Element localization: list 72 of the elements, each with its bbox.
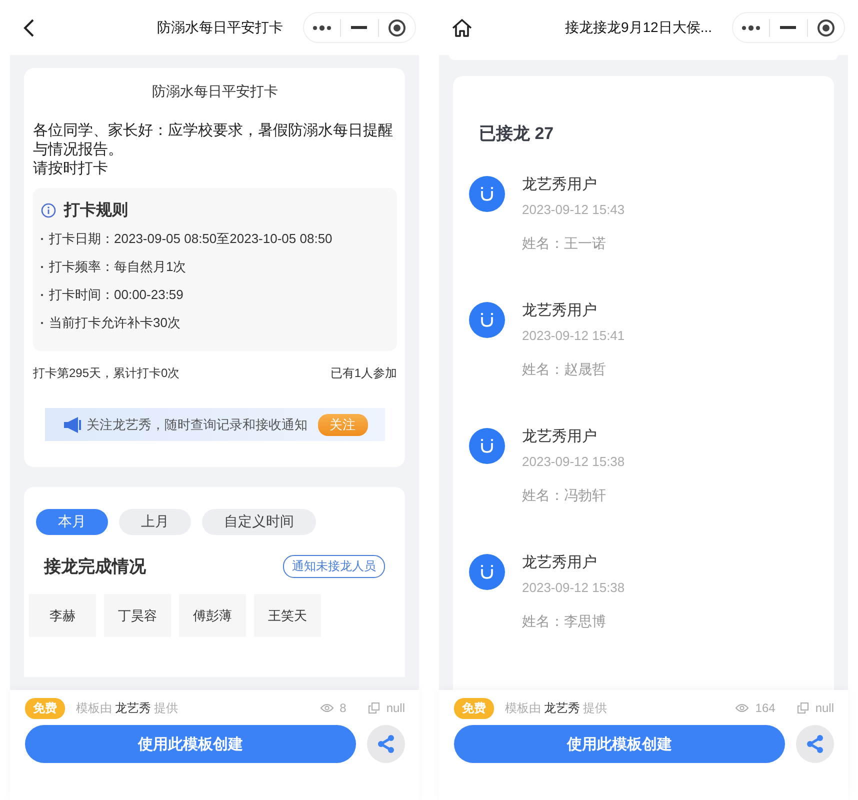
- share-icon: [805, 734, 825, 754]
- check-in-summary: 打卡第295天，累计打卡0次: [33, 365, 180, 381]
- period-tab[interactable]: 自定义时间: [202, 509, 316, 535]
- more-icon[interactable]: [312, 24, 332, 30]
- notify-button[interactable]: 通知未接龙人员: [283, 555, 385, 578]
- user-name: 龙艺秀用户: [522, 553, 598, 573]
- close-icon[interactable]: [816, 18, 835, 36]
- follow-button[interactable]: 关注: [318, 414, 368, 436]
- entry-name: 姓名：赵晟哲: [522, 361, 607, 379]
- minimize-icon[interactable]: [351, 26, 368, 30]
- user-name: 龙艺秀用户: [522, 175, 598, 195]
- view-count: 8: [340, 701, 346, 715]
- copy-icon: [797, 702, 810, 714]
- share-button[interactable]: [367, 725, 405, 763]
- avatar-icon: [469, 428, 505, 464]
- view-count: 164: [755, 701, 776, 715]
- create-from-template-button[interactable]: 使用此模板创建: [454, 725, 785, 763]
- provider-name: 龙艺秀: [544, 700, 580, 716]
- copy-icon: [368, 702, 380, 714]
- create-from-template-button[interactable]: 使用此模板创建: [25, 725, 356, 763]
- user-name: 龙艺秀用户: [522, 427, 598, 447]
- copy-count: null: [386, 701, 405, 715]
- free-badge: 免费: [25, 698, 65, 718]
- avatar-icon: [469, 554, 505, 590]
- provider-label: 提供: [154, 700, 178, 716]
- intro-text: 请按时打卡: [33, 159, 109, 178]
- period-tab[interactable]: 上月: [119, 509, 191, 535]
- user-name: 龙艺秀用户: [522, 301, 598, 321]
- section-title: 接龙完成情况: [44, 556, 146, 578]
- entry-time: 2023-09-12 15:38: [522, 454, 625, 469]
- rule-item: 打卡频率：每自然月1次: [49, 258, 186, 276]
- entry-name: 姓名：王一诺: [522, 235, 607, 253]
- page-title: 防溺水每日平安打卡: [156, 18, 283, 36]
- back-icon[interactable]: [22, 18, 36, 38]
- minimize-icon[interactable]: [780, 26, 796, 30]
- entry-count-heading: 已接龙 27: [479, 123, 555, 145]
- period-tab[interactable]: 本月: [36, 509, 108, 535]
- provider-label: 模板由: [505, 700, 541, 716]
- entry-time: 2023-09-12 15:43: [522, 202, 625, 217]
- provider-label: 提供: [583, 700, 607, 716]
- rules-title: 打卡规则: [64, 200, 128, 221]
- avatar-icon: [469, 176, 505, 212]
- avatar-icon: [469, 302, 505, 338]
- provider-label: 模板由: [76, 700, 112, 716]
- close-icon[interactable]: [388, 18, 406, 36]
- member-name: 王笑天: [254, 594, 321, 637]
- home-icon[interactable]: [451, 18, 473, 38]
- entry-name: 姓名：李思博: [522, 613, 607, 631]
- member-name: 傅彭薄: [179, 594, 246, 637]
- intro-text: 各位同学、家长好：应学校要求，暑假防溺水每日提醒与情况报告。: [33, 121, 394, 159]
- megaphone-icon: [62, 416, 80, 432]
- share-icon: [376, 734, 396, 754]
- entry-time: 2023-09-12 15:38: [522, 580, 625, 595]
- eye-icon: [735, 703, 750, 713]
- info-icon: [41, 203, 56, 218]
- share-button[interactable]: [796, 725, 834, 763]
- entry-time: 2023-09-12 15:41: [522, 328, 625, 343]
- copy-count: null: [815, 701, 834, 715]
- free-badge: 免费: [454, 698, 494, 718]
- rule-item: 打卡日期：2023-09-05 08:50至2023-10-05 08:50: [49, 230, 332, 248]
- participant-count: 已有1人参加: [330, 365, 397, 381]
- eye-icon: [320, 703, 334, 713]
- member-name: 李赫: [29, 594, 96, 637]
- member-name: 丁昊容: [104, 594, 171, 637]
- follow-text: 关注龙艺秀，随时查询记录和接收通知: [86, 416, 308, 434]
- rule-item: 打卡时间：00:00-23:59: [49, 286, 184, 304]
- card-title: 防溺水每日平安打卡: [151, 83, 279, 101]
- rule-item: 当前打卡允许补卡30次: [49, 314, 180, 332]
- provider-name: 龙艺秀: [115, 700, 151, 716]
- more-icon[interactable]: [741, 24, 762, 30]
- page-title: 接龙接龙9月12日大侯...: [564, 18, 712, 36]
- entry-name: 姓名：冯勃轩: [522, 487, 607, 505]
